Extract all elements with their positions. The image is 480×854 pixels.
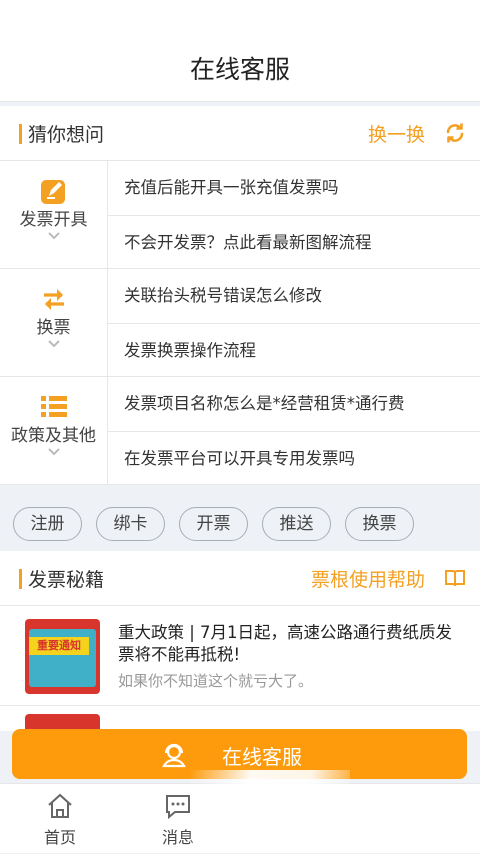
question-list: 关联抬头税号错误怎么修改 发票换票操作流程 <box>108 269 480 376</box>
secrets-header: 发票秘籍 票根使用帮助 <box>0 551 480 606</box>
edit-icon <box>41 180 65 204</box>
book-icon[interactable] <box>443 566 467 590</box>
online-service-label: 在线客服 <box>222 745 302 769</box>
secrets-section: 发票秘籍 票根使用帮助 重要通知 重大政策 | 7月1日起，高速公路通行费纸质发… <box>0 551 480 731</box>
category-label: 发票开具 <box>19 210 88 230</box>
tag-push[interactable]: 推送 <box>262 507 331 541</box>
message-icon <box>166 795 190 820</box>
question-item[interactable]: 不会开发票？点此看最新图解流程 <box>108 215 480 269</box>
screen-glare <box>190 770 350 853</box>
chevron-down-icon <box>48 232 60 240</box>
section-accent-bar <box>19 124 22 144</box>
category-swap[interactable]: 换票 <box>0 269 108 376</box>
help-link[interactable]: 票根使用帮助 <box>311 565 425 592</box>
tag-issue-invoice[interactable]: 开票 <box>179 507 248 541</box>
section-accent-bar <box>19 569 22 589</box>
thumbnail-text: 重要通知 <box>29 637 89 655</box>
question-list: 发票项目名称怎么是*经营租赁*通行费 在发票平台可以开具专用发票吗 <box>108 377 480 484</box>
page-title: 在线客服 <box>189 55 290 84</box>
swap-icon <box>44 289 64 310</box>
question-item[interactable]: 充值后能开具一张充值发票吗 <box>108 161 480 215</box>
article-item[interactable]: 重要通知 重大政策 | 7月1日起，高速公路通行费纸质发票将不能再抵税! 如果你… <box>0 606 480 706</box>
tag-register[interactable]: 注册 <box>13 507 82 541</box>
guess-header: 猜你想问 换一换 <box>0 106 480 161</box>
article-subtitle: 如果你不知道这个就亏大了。 <box>118 672 314 690</box>
category-row: 政策及其他 发票项目名称怎么是*经营租赁*通行费 在发票平台可以开具专用发票吗 <box>0 377 480 485</box>
refresh-icon[interactable] <box>443 121 467 145</box>
quick-tags: 注册 绑卡 开票 推送 换票 <box>0 497 480 551</box>
category-label: 政策及其他 <box>11 426 96 446</box>
guess-section: 猜你想问 换一换 发票开具 充值后能开具一张充值发票吗 不会开发票？点此看最新图… <box>0 106 480 485</box>
refresh-button[interactable]: 换一换 <box>368 120 425 147</box>
category-row: 发票开具 充值后能开具一张充值发票吗 不会开发票？点此看最新图解流程 <box>0 161 480 269</box>
article-title: 重大政策 | 7月1日起，高速公路通行费纸质发票将不能再抵税! <box>118 623 453 664</box>
question-item[interactable]: 关联抬头税号错误怎么修改 <box>108 269 480 323</box>
home-icon <box>48 793 72 818</box>
tag-bind-card[interactable]: 绑卡 <box>96 507 165 541</box>
question-item[interactable]: 发票换票操作流程 <box>108 323 480 377</box>
question-item[interactable]: 在发票平台可以开具专用发票吗 <box>108 431 480 485</box>
question-item[interactable]: 发票项目名称怎么是*经营租赁*通行费 <box>108 377 480 431</box>
article-thumbnail: 重要通知 <box>25 619 100 694</box>
guess-title: 猜你想问 <box>28 124 105 146</box>
chevron-down-icon <box>48 340 60 348</box>
chevron-down-icon <box>48 448 60 456</box>
top-bar: 在线客服 <box>0 0 480 102</box>
category-label: 换票 <box>36 318 71 338</box>
category-row: 换票 关联抬头税号错误怎么修改 发票换票操作流程 <box>0 269 480 377</box>
category-policy[interactable]: 政策及其他 <box>0 377 108 484</box>
category-invoice-issue[interactable]: 发票开具 <box>0 161 108 268</box>
tab-label: 首页 <box>43 828 76 847</box>
question-list: 充值后能开具一张充值发票吗 不会开发票？点此看最新图解流程 <box>108 161 480 268</box>
tab-home[interactable]: 首页 <box>30 784 90 854</box>
list-icon <box>41 396 67 417</box>
secrets-title: 发票秘籍 <box>28 569 105 591</box>
customer-service-icon <box>162 743 186 768</box>
tag-swap[interactable]: 换票 <box>345 507 414 541</box>
